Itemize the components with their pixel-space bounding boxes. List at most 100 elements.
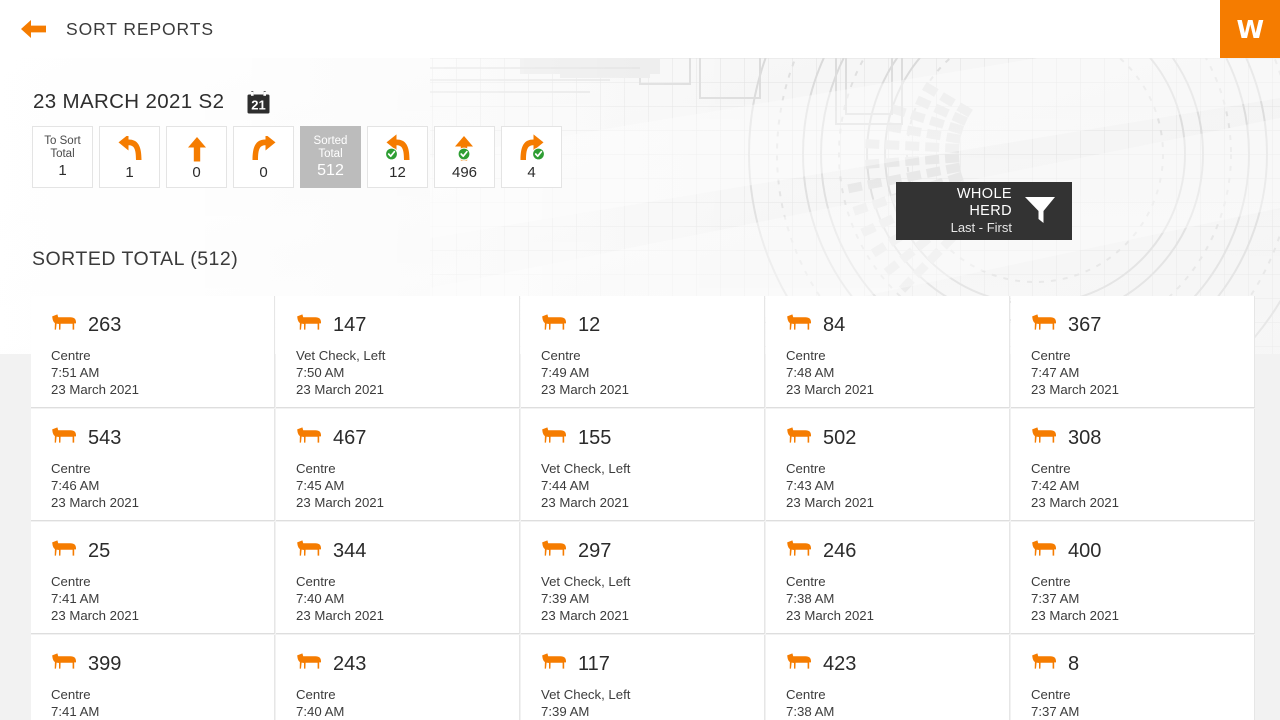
- table-row[interactable]: 8 Centre 7:37 AM 23 March 2021: [1011, 635, 1255, 720]
- animal-id: 246: [823, 540, 857, 562]
- card-date: 23 March 2021: [786, 382, 874, 397]
- animal-id: 367: [1068, 314, 1102, 336]
- page-body: 23 MARCH 2021 S2 21 To Sort Total 1 1 0 …: [0, 58, 1280, 720]
- animal-id: 25: [88, 540, 111, 562]
- card-status: Centre: [296, 687, 336, 702]
- stat-label-line1: Sorted: [313, 135, 348, 147]
- cow-icon: [51, 540, 77, 562]
- card-status: Centre: [786, 687, 826, 702]
- table-row[interactable]: 12 Centre 7:49 AM 23 March 2021: [521, 296, 765, 408]
- card-header: 543: [51, 427, 274, 449]
- stat-box-row: To Sort Total 1 1 0 0 Sorted Total 512 1…: [0, 126, 1280, 188]
- card-header: 246: [786, 540, 1009, 562]
- animal-id: 400: [1068, 540, 1102, 562]
- stat-to-sort-left[interactable]: 1: [99, 126, 160, 188]
- card-time: 7:40 AM: [296, 704, 345, 719]
- table-row[interactable]: 467 Centre 7:45 AM 23 March 2021: [276, 409, 520, 521]
- card-time: 7:43 AM: [786, 478, 835, 493]
- stat-value: 512: [317, 162, 344, 179]
- brand-letter: W: [1236, 14, 1264, 44]
- card-time: 7:46 AM: [51, 478, 100, 493]
- stat-to-sort-up[interactable]: 0: [166, 126, 227, 188]
- card-header: 367: [1031, 314, 1254, 336]
- card-time: 7:38 AM: [786, 591, 835, 606]
- card-time: 7:41 AM: [51, 591, 100, 606]
- table-row[interactable]: 297 Vet Check, Left 7:39 AM 23 March 202…: [521, 522, 765, 634]
- card-header: 399: [51, 653, 274, 675]
- table-row[interactable]: 117 Vet Check, Left 7:39 AM 23 March 202…: [521, 635, 765, 720]
- card-status: Centre: [1031, 574, 1071, 589]
- arrow-right-icon: [249, 134, 279, 164]
- stat-sorted-total[interactable]: Sorted Total 512: [300, 126, 361, 188]
- card-header: 25: [51, 540, 274, 562]
- table-row[interactable]: 25 Centre 7:41 AM 23 March 2021: [31, 522, 275, 634]
- stat-label-line2: Total: [50, 148, 75, 160]
- cow-icon: [51, 427, 77, 449]
- table-row[interactable]: 155 Vet Check, Left 7:44 AM 23 March 202…: [521, 409, 765, 521]
- table-row[interactable]: 308 Centre 7:42 AM 23 March 2021: [1011, 409, 1255, 521]
- table-row[interactable]: 84 Centre 7:48 AM 23 March 2021: [766, 296, 1010, 408]
- card-date: 23 March 2021: [786, 608, 874, 623]
- card-header: 297: [541, 540, 764, 562]
- stat-to-sort-right[interactable]: 0: [233, 126, 294, 188]
- cow-icon: [786, 314, 812, 336]
- card-date: 23 March 2021: [51, 495, 139, 510]
- card-time: 7:49 AM: [541, 365, 590, 380]
- section-header: SORTED TOTAL (512) WHOLE HERD Last - Fir…: [0, 182, 1280, 296]
- calendar-icon[interactable]: 21: [246, 90, 271, 115]
- card-status: Centre: [51, 461, 91, 476]
- filter-main-label: WHOLE HERD: [956, 186, 1012, 220]
- table-row[interactable]: 400 Centre 7:37 AM 23 March 2021: [1011, 522, 1255, 634]
- cow-icon: [786, 653, 812, 675]
- table-row[interactable]: 502 Centre 7:43 AM 23 March 2021: [766, 409, 1010, 521]
- animal-id: 543: [88, 427, 122, 449]
- card-status: Vet Check, Left: [541, 461, 631, 476]
- table-row[interactable]: 399 Centre 7:41 AM 23 March 2021: [31, 635, 275, 720]
- table-row[interactable]: 263 Centre 7:51 AM 23 March 2021: [31, 296, 275, 408]
- stat-sorted-left[interactable]: 12: [367, 126, 428, 188]
- table-row[interactable]: 243 Centre 7:40 AM 23 March 2021: [276, 635, 520, 720]
- animal-id: 243: [333, 653, 367, 675]
- card-status: Centre: [541, 348, 581, 363]
- card-time: 7:48 AM: [786, 365, 835, 380]
- table-row[interactable]: 246 Centre 7:38 AM 23 March 2021: [766, 522, 1010, 634]
- card-time: 7:38 AM: [786, 704, 835, 719]
- cow-icon: [51, 653, 77, 675]
- sorted-cards-grid: 263 Centre 7:51 AM 23 March 2021 147 Vet…: [31, 296, 1259, 720]
- cow-icon: [296, 540, 322, 562]
- animal-id: 399: [88, 653, 122, 675]
- card-header: 243: [296, 653, 519, 675]
- card-status: Centre: [1031, 687, 1071, 702]
- arrow-left-icon: [115, 134, 145, 164]
- brand-logo[interactable]: W: [1220, 0, 1280, 58]
- stat-sorted-right[interactable]: 4: [501, 126, 562, 188]
- card-time: 7:47 AM: [1031, 365, 1080, 380]
- cow-icon: [541, 427, 567, 449]
- card-status: Centre: [786, 574, 826, 589]
- card-time: 7:40 AM: [296, 591, 345, 606]
- table-row[interactable]: 423 Centre 7:38 AM 23 March 2021: [766, 635, 1010, 720]
- card-status: Centre: [296, 461, 336, 476]
- page-title: SORT REPORTS: [66, 18, 214, 39]
- animal-id: 12: [578, 314, 601, 336]
- card-header: 155: [541, 427, 764, 449]
- stat-sorted-up[interactable]: 496: [434, 126, 495, 188]
- card-status: Centre: [51, 687, 91, 702]
- stat-to-sort-total[interactable]: To Sort Total 1: [32, 126, 93, 188]
- animal-id: 8: [1068, 653, 1080, 675]
- funnel-icon: [1022, 192, 1058, 231]
- card-header: 8: [1031, 653, 1254, 675]
- table-row[interactable]: 344 Centre 7:40 AM 23 March 2021: [276, 522, 520, 634]
- table-row[interactable]: 543 Centre 7:46 AM 23 March 2021: [31, 409, 275, 521]
- card-time: 7:42 AM: [1031, 478, 1080, 493]
- stat-value: 4: [527, 163, 536, 181]
- cow-icon: [786, 427, 812, 449]
- filter-sub-label: Last - First: [950, 219, 1012, 235]
- card-header: 400: [1031, 540, 1254, 562]
- table-row[interactable]: 367 Centre 7:47 AM 23 March 2021: [1011, 296, 1255, 408]
- table-row[interactable]: 147 Vet Check, Left 7:50 AM 23 March 202…: [276, 296, 520, 408]
- filter-button[interactable]: WHOLE HERD Last - First: [896, 182, 1072, 240]
- card-status: Centre: [296, 574, 336, 589]
- card-time: 7:37 AM: [1031, 704, 1080, 719]
- back-button[interactable]: [10, 6, 56, 52]
